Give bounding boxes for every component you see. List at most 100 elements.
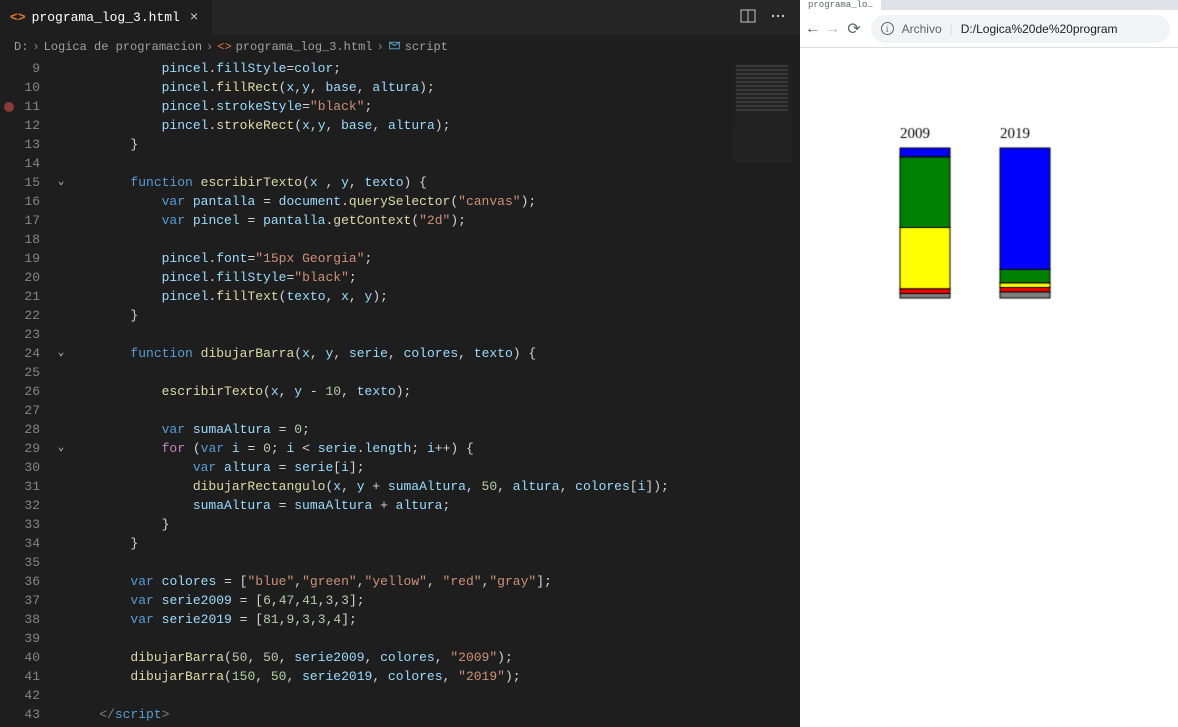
- fold-toggle[interactable]: ⌄: [54, 439, 68, 458]
- fold-toggle[interactable]: [54, 363, 68, 382]
- fold-toggle[interactable]: [54, 59, 68, 78]
- code-line[interactable]: [68, 686, 800, 705]
- code-line[interactable]: var colores = ["blue","green","yellow", …: [68, 572, 800, 591]
- fold-toggle[interactable]: ⌄: [54, 344, 68, 363]
- line-number: 29: [0, 439, 40, 458]
- line-number: 21: [0, 287, 40, 306]
- code-line[interactable]: pincel.font="15px Georgia";: [68, 249, 800, 268]
- fold-toggle[interactable]: [54, 401, 68, 420]
- more-icon[interactable]: [770, 8, 786, 28]
- code-line[interactable]: pincel.strokeStyle="black";: [68, 97, 800, 116]
- fold-toggle[interactable]: [54, 553, 68, 572]
- code-line[interactable]: for (var i = 0; i < serie.length; i++) {: [68, 439, 800, 458]
- breadcrumb[interactable]: D: › Logica de programacion › <> program…: [0, 35, 800, 59]
- fold-toggle[interactable]: [54, 458, 68, 477]
- code-line[interactable]: pincel.fillStyle=color;: [68, 59, 800, 78]
- code-line[interactable]: escribirTexto(x, y - 10, texto);: [68, 382, 800, 401]
- fold-toggle[interactable]: [54, 78, 68, 97]
- fold-toggle[interactable]: [54, 515, 68, 534]
- forward-button[interactable]: →: [828, 20, 838, 38]
- back-button[interactable]: ←: [808, 20, 818, 38]
- code-line[interactable]: pincel.fillRect(x,y, base, altura);: [68, 78, 800, 97]
- fold-toggle[interactable]: [54, 154, 68, 173]
- fold-toggle[interactable]: [54, 610, 68, 629]
- split-editor-icon[interactable]: [740, 8, 756, 28]
- code-line[interactable]: pincel.fillText(texto, x, y);: [68, 287, 800, 306]
- code-line[interactable]: dibujarBarra(50, 50, serie2009, colores,…: [68, 648, 800, 667]
- line-number: 19: [0, 249, 40, 268]
- site-info-icon[interactable]: i: [881, 22, 894, 35]
- fold-toggle[interactable]: [54, 211, 68, 230]
- fold-toggle[interactable]: [54, 97, 68, 116]
- fold-toggle[interactable]: [54, 705, 68, 724]
- fold-toggle[interactable]: [54, 249, 68, 268]
- code-line[interactable]: [68, 230, 800, 249]
- fold-toggle[interactable]: ⌄: [54, 173, 68, 192]
- code-line[interactable]: }: [68, 534, 800, 553]
- line-number: 42: [0, 686, 40, 705]
- minimap[interactable]: [732, 63, 792, 163]
- fold-toggle[interactable]: [54, 306, 68, 325]
- fold-toggle[interactable]: [54, 591, 68, 610]
- code-line[interactable]: function escribirTexto(x , y, texto) {: [68, 173, 800, 192]
- fold-toggle[interactable]: [54, 477, 68, 496]
- code-line[interactable]: }: [68, 306, 800, 325]
- code-line[interactable]: var serie2009 = [6,47,41,3,3];: [68, 591, 800, 610]
- code-line[interactable]: dibujarBarra(150, 50, serie2019, colores…: [68, 667, 800, 686]
- fold-toggle[interactable]: [54, 192, 68, 211]
- editor-tab[interactable]: <> programa_log_3.html ×: [0, 0, 213, 35]
- reload-button[interactable]: ⟳: [847, 19, 860, 39]
- fold-toggle[interactable]: [54, 420, 68, 439]
- fold-toggle[interactable]: [54, 496, 68, 515]
- breakpoint-icon[interactable]: [4, 102, 14, 112]
- fold-toggle[interactable]: [54, 667, 68, 686]
- code-line[interactable]: var pincel = pantalla.getContext("2d");: [68, 211, 800, 230]
- code-line[interactable]: [68, 401, 800, 420]
- fold-toggle[interactable]: [54, 629, 68, 648]
- browser-tab[interactable]: programa_lo…: [800, 0, 881, 10]
- code-line[interactable]: [68, 154, 800, 173]
- line-number: 35: [0, 553, 40, 572]
- code-editor[interactable]: 9101112131415161718192021222324252627282…: [0, 59, 800, 727]
- fold-toggle[interactable]: [54, 135, 68, 154]
- address-bar[interactable]: i Archivo | D:/Logica%20de%20program: [871, 15, 1170, 43]
- code-line[interactable]: var sumaAltura = 0;: [68, 420, 800, 439]
- url-text: D:/Logica%20de%20program: [961, 22, 1118, 36]
- line-number-gutter: 9101112131415161718192021222324252627282…: [0, 59, 54, 727]
- code-line[interactable]: pincel.strokeRect(x,y, base, altura);: [68, 116, 800, 135]
- code-line[interactable]: var altura = serie[i];: [68, 458, 800, 477]
- line-number: 22: [0, 306, 40, 325]
- fold-toggle[interactable]: [54, 268, 68, 287]
- fold-toggle[interactable]: [54, 534, 68, 553]
- code-line[interactable]: }: [68, 135, 800, 154]
- chevron-right-icon: ›: [32, 40, 39, 54]
- line-number: 31: [0, 477, 40, 496]
- code-line[interactable]: [68, 363, 800, 382]
- code-line[interactable]: </script>: [68, 705, 800, 724]
- code-line[interactable]: var serie2019 = [81,9,3,3,4];: [68, 610, 800, 629]
- fold-toggle[interactable]: [54, 116, 68, 135]
- code-line[interactable]: [68, 325, 800, 344]
- fold-toggle[interactable]: [54, 230, 68, 249]
- code-line[interactable]: function dibujarBarra(x, y, serie, color…: [68, 344, 800, 363]
- line-number: 15: [0, 173, 40, 192]
- code-line[interactable]: }: [68, 515, 800, 534]
- fold-toggle[interactable]: [54, 325, 68, 344]
- fold-toggle[interactable]: [54, 382, 68, 401]
- code-content[interactable]: pincel.fillStyle=color; pincel.fillRect(…: [54, 59, 800, 727]
- fold-toggle[interactable]: [54, 287, 68, 306]
- fold-toggle[interactable]: [54, 686, 68, 705]
- fold-toggle[interactable]: [54, 572, 68, 591]
- breadcrumb-folder: Logica de programacion: [44, 40, 202, 54]
- chevron-right-icon: ›: [206, 40, 213, 54]
- fold-toggle[interactable]: [54, 648, 68, 667]
- code-line[interactable]: pincel.fillStyle="black";: [68, 268, 800, 287]
- code-line[interactable]: sumaAltura = sumaAltura + altura;: [68, 496, 800, 515]
- code-line[interactable]: dibujarRectangulo(x, y + sumaAltura, 50,…: [68, 477, 800, 496]
- code-line[interactable]: [68, 629, 800, 648]
- breadcrumb-drive: D:: [14, 40, 28, 54]
- close-icon[interactable]: ×: [186, 10, 202, 26]
- line-number: 17: [0, 211, 40, 230]
- code-line[interactable]: [68, 553, 800, 572]
- code-line[interactable]: var pantalla = document.querySelector("c…: [68, 192, 800, 211]
